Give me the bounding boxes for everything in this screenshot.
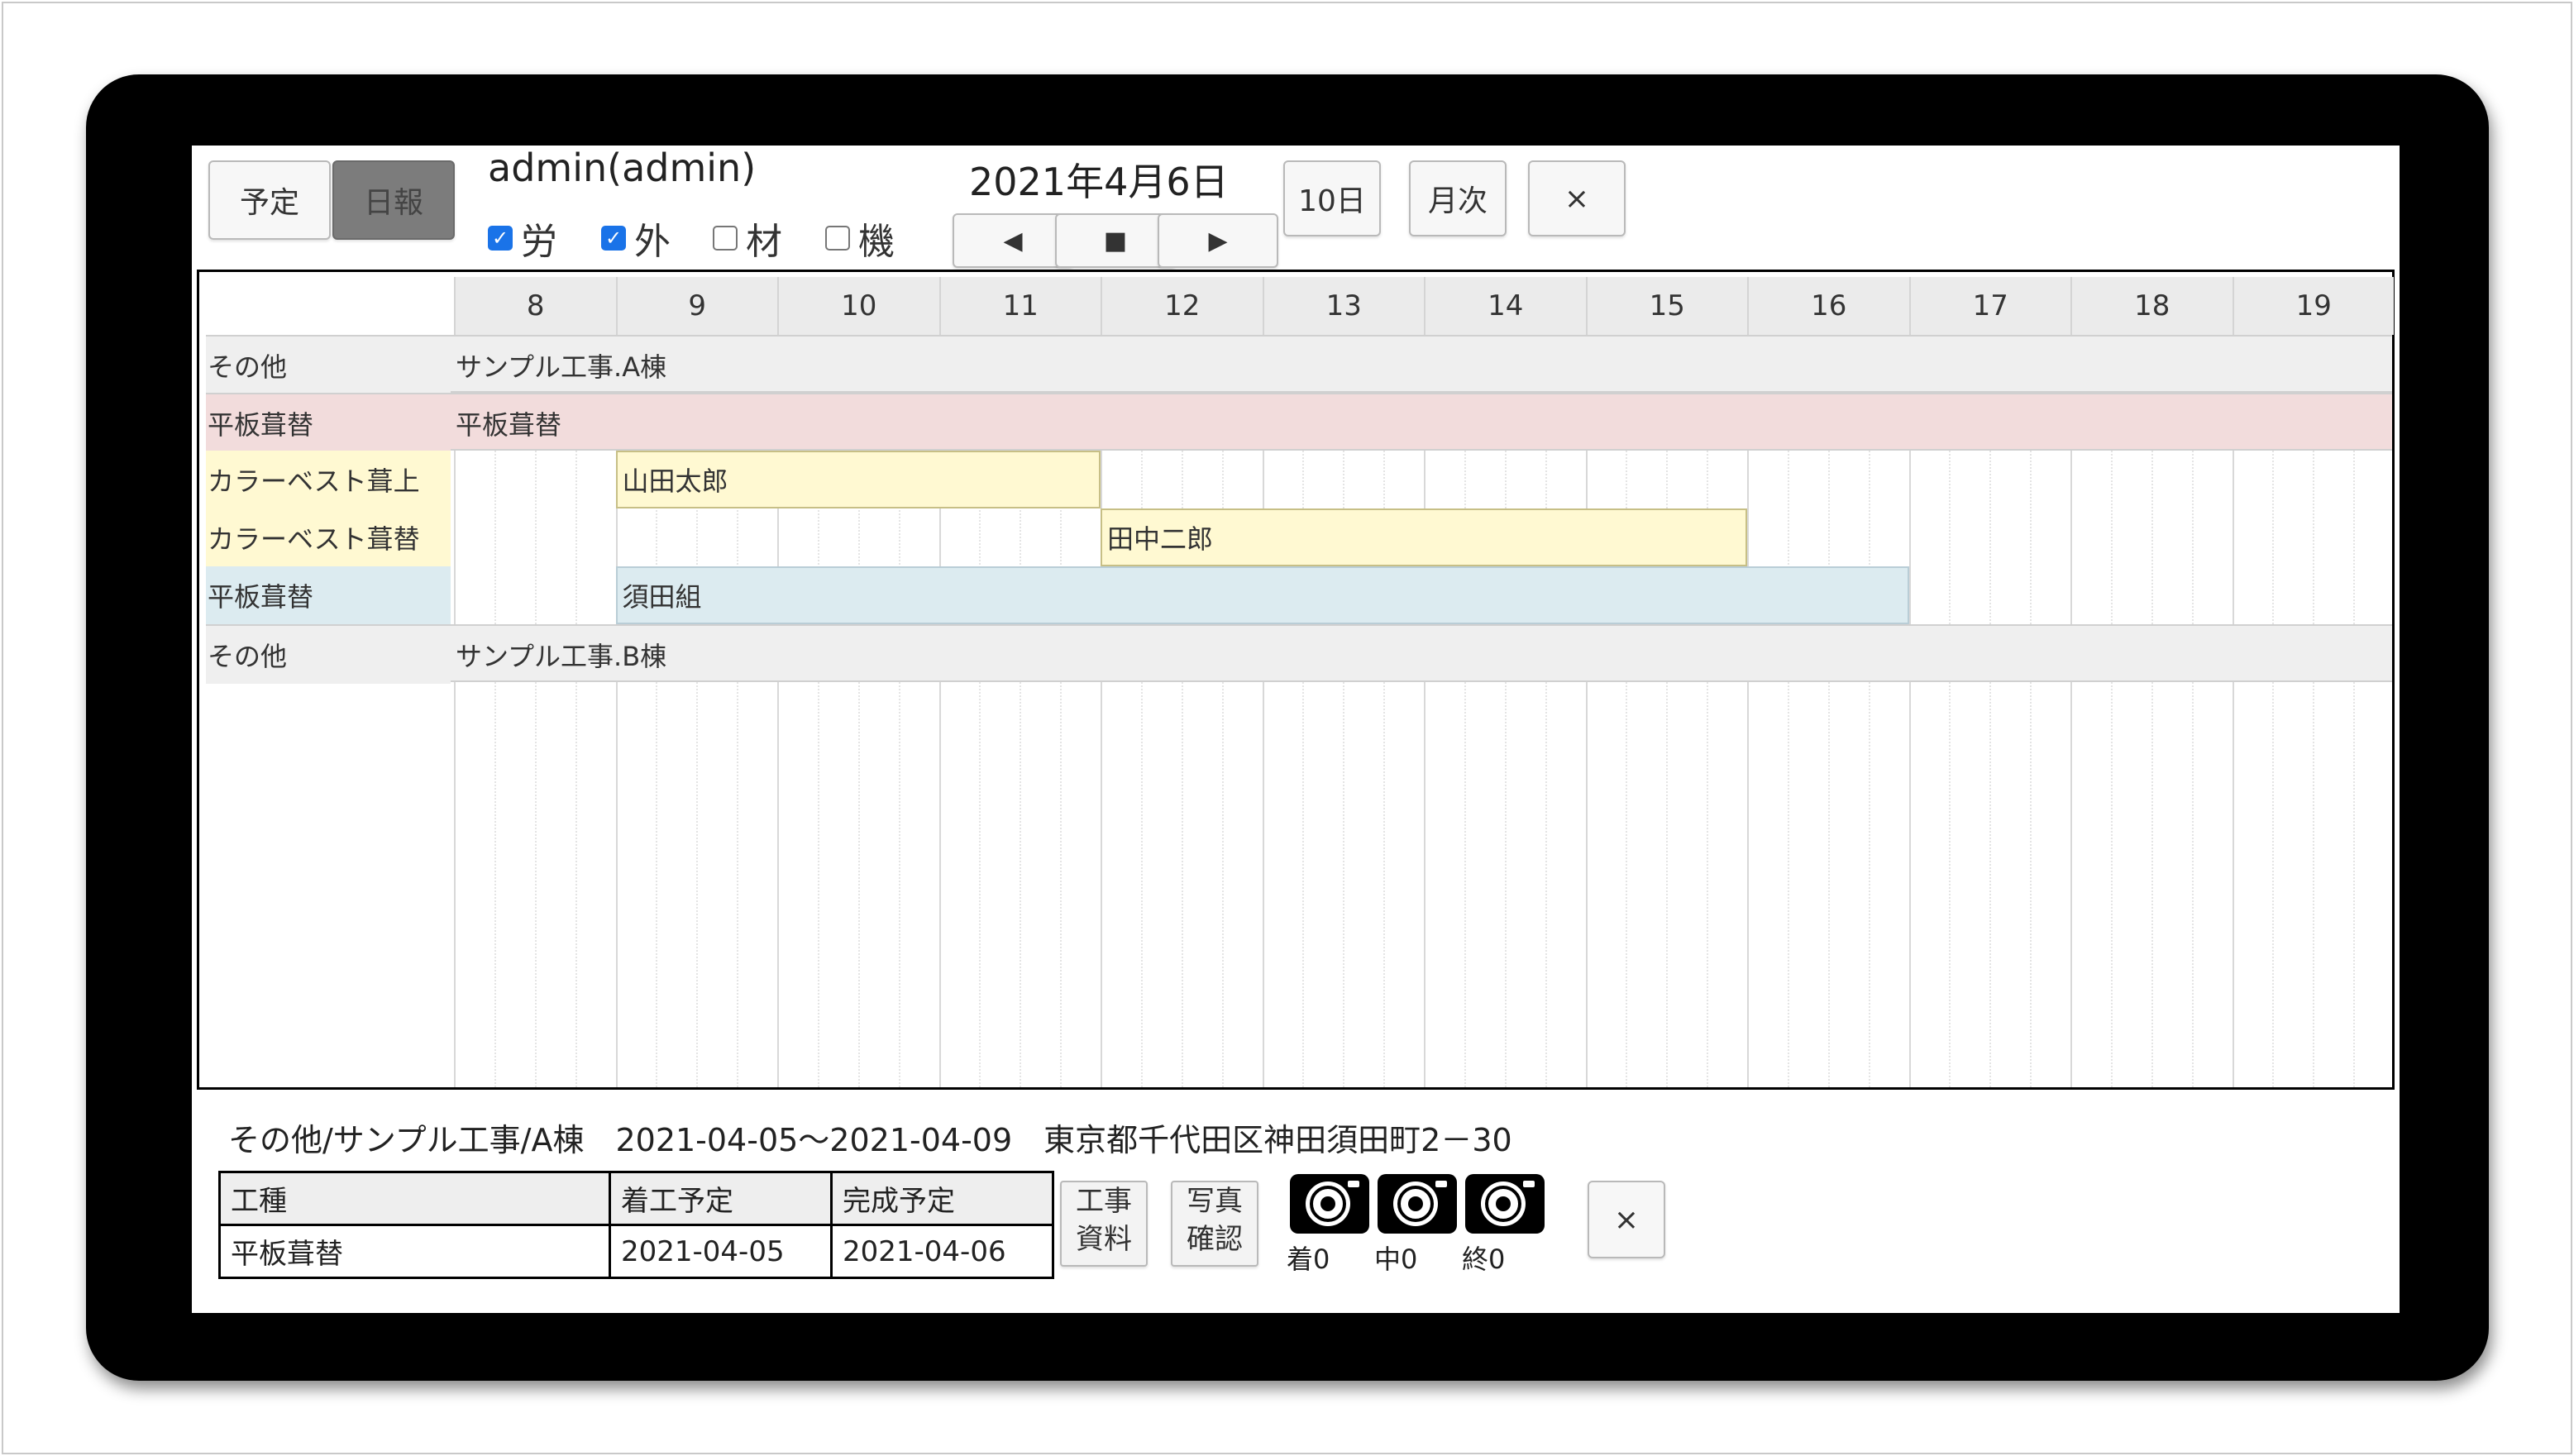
current-date: 2021年4月6日 <box>969 160 1229 204</box>
row-label: その他 <box>206 626 451 684</box>
detail-close-button[interactable]: × <box>1588 1181 1665 1258</box>
checkbox-empty-icon <box>713 226 738 251</box>
table-row[interactable]: 平板葺替 2021-04-05 2021-04-06 <box>218 1224 1054 1279</box>
hour-label: 14 <box>1424 277 1586 335</box>
group-row[interactable]: その他 サンプル工事.A棟 <box>206 335 2392 394</box>
filter-labor-checkbox[interactable]: ✓ 労 <box>488 212 557 265</box>
hour-header: 8 9 10 11 12 13 14 15 16 17 18 19 <box>206 277 2394 335</box>
work-type-table: 工種 着工予定 完成予定 平板葺替 2021-04-05 2021-04-06 <box>218 1171 1054 1279</box>
schedule-grid-frame: 8 9 10 11 12 13 14 15 16 17 18 19 その他 サンプル工事.A棟 平板葺替平… <box>197 270 2395 1090</box>
hour-label: 8 <box>454 277 616 335</box>
work-type-cell: 平板葺替 <box>218 1224 611 1279</box>
camera-icon[interactable] <box>1378 1174 1457 1234</box>
schedule-bar[interactable]: 山田太郎 <box>615 451 1101 508</box>
filter-outsource-checkbox[interactable]: ✓ 外 <box>601 212 671 265</box>
close-button[interactable]: × <box>1528 160 1626 236</box>
hour-label: 13 <box>1262 277 1424 335</box>
task-row[interactable]: カラーベスト葺上 山田太郎 <box>206 451 2392 508</box>
next-day-button[interactable]: ▶ <box>1158 213 1278 268</box>
group-title: サンプル工事.B棟 <box>456 641 667 672</box>
ten-day-view-button[interactable]: 10日 <box>1283 160 1381 236</box>
button-label: 資料 <box>1076 1223 1132 1256</box>
group-title: 平板葺替 <box>456 409 562 441</box>
group-row[interactable]: その他 サンプル工事.B棟 <box>206 624 2392 684</box>
photo-check-button[interactable]: 写真 確認 <box>1171 1181 1258 1267</box>
checkbox-empty-icon <box>825 226 850 251</box>
task-row[interactable]: 平板葺替 須田組 <box>206 566 2392 624</box>
hour-label: 19 <box>2232 277 2394 335</box>
row-label: その他 <box>206 337 451 394</box>
hour-label: 9 <box>615 277 777 335</box>
button-label: 写真 <box>1187 1185 1243 1218</box>
finish-date-cell: 2021-04-06 <box>830 1224 1054 1279</box>
hour-label: 11 <box>938 277 1101 335</box>
filter-material-checkbox[interactable]: 材 <box>713 212 782 265</box>
row-label: 平板葺替 <box>206 394 451 452</box>
project-summary: その他/サンプル工事/A棟 2021-04-05～2021-04-09 東京都千… <box>228 1122 1512 1158</box>
column-header-finish: 完成予定 <box>830 1171 1054 1226</box>
hour-label: 16 <box>1747 277 1909 335</box>
app-screen: 予定 日報 admin(admin) ✓ 労 ✓ 外 材 機 2021年4月6日 ◀… <box>192 146 2400 1313</box>
monthly-view-button[interactable]: 月次 <box>1409 160 1507 236</box>
construction-docs-button[interactable]: 工事 資料 <box>1060 1181 1148 1267</box>
filter-machine-checkbox[interactable]: 機 <box>825 212 895 265</box>
button-label: 確認 <box>1187 1223 1243 1256</box>
filter-label: 外 <box>634 221 671 263</box>
photo-count-start: 着0 <box>1287 1244 1330 1275</box>
row-label: 平板葺替 <box>206 566 451 624</box>
start-date-cell: 2021-04-05 <box>609 1224 833 1279</box>
photo-count-middle: 中0 <box>1374 1244 1418 1275</box>
daily-report-button[interactable]: 日報 <box>332 160 455 240</box>
row-label: カラーベスト葺上 <box>206 451 451 508</box>
hour-label: 17 <box>1908 277 2070 335</box>
schedule-bar[interactable]: 田中二郎 <box>1101 508 1747 566</box>
filter-label: 機 <box>858 221 895 263</box>
hour-label: 15 <box>1585 277 1747 335</box>
hour-label: 12 <box>1101 277 1263 335</box>
group-row[interactable]: 平板葺替 平板葺替 <box>206 393 2392 452</box>
photo-count-end: 終0 <box>1462 1244 1506 1275</box>
filter-label: 労 <box>521 221 557 263</box>
column-header-start: 着工予定 <box>609 1171 833 1226</box>
button-label: 工事 <box>1076 1185 1132 1218</box>
camera-icon[interactable] <box>1465 1174 1545 1234</box>
schedule-bar[interactable]: 須田組 <box>615 566 1909 624</box>
header-corner <box>206 277 454 335</box>
filter-label: 材 <box>746 221 782 263</box>
checkbox-checked-icon: ✓ <box>601 226 626 251</box>
checkbox-checked-icon: ✓ <box>488 226 513 251</box>
plan-button[interactable]: 予定 <box>208 160 331 240</box>
schedule-grid: 8 9 10 11 12 13 14 15 16 17 18 19 その他 サンプル工事.A棟 平板葺替平… <box>206 277 2394 1087</box>
user-name: admin(admin) <box>488 146 757 190</box>
camera-icon[interactable] <box>1290 1174 1369 1234</box>
group-title: サンプル工事.A棟 <box>456 351 667 383</box>
row-label: カラーベスト葺替 <box>206 508 451 566</box>
hour-label: 18 <box>2070 277 2233 335</box>
task-row[interactable]: カラーベスト葺替 田中二郎 <box>206 508 2392 566</box>
hour-label: 10 <box>777 277 939 335</box>
column-header-work-type: 工種 <box>218 1171 611 1226</box>
